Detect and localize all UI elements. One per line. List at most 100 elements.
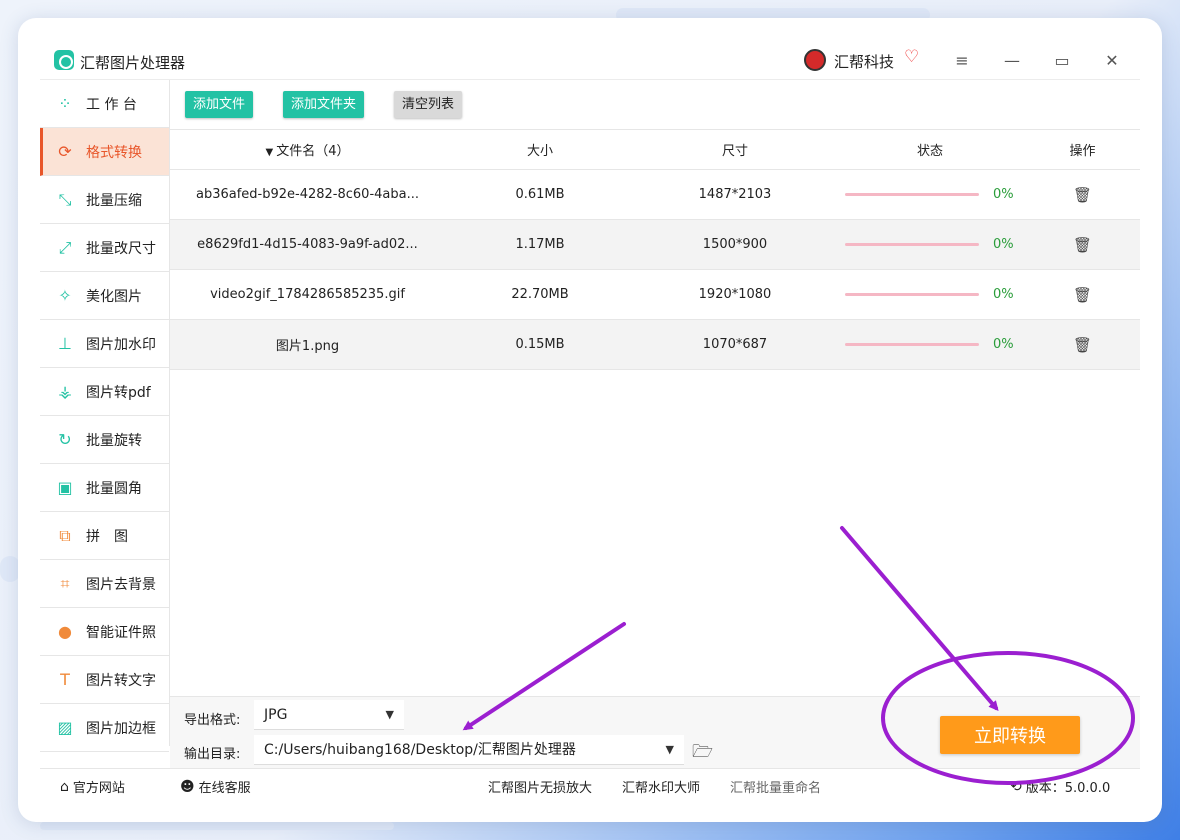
progress-percent: 0% xyxy=(993,287,1014,302)
table-row[interactable]: ab36afed-b92e-4282-8c60-4aba... 0.61MB 1… xyxy=(170,170,1140,220)
add-file-button[interactable]: 添加文件 xyxy=(185,91,254,118)
table-row[interactable]: e8629fd1-4d15-4083-9a9f-ad02... 1.17MB 1… xyxy=(170,220,1140,270)
brand-logo-icon xyxy=(804,49,826,71)
file-size: 0.61MB xyxy=(515,187,565,202)
trash-icon[interactable]: 🗑 xyxy=(1073,186,1092,204)
sidebar-item-label: 批量压缩 xyxy=(86,192,142,209)
file-status: 0% xyxy=(835,337,1025,352)
sidebar-item-format-convert[interactable]: ⟳ 格式转换 xyxy=(40,128,169,176)
sidebar-item-batch-compress[interactable]: ⤡ 批量压缩 xyxy=(40,176,169,224)
table-row[interactable]: 图片1.png 0.15MB 1070*687 0% 🗑 xyxy=(170,320,1140,370)
sidebar-item-label: 批量圆角 xyxy=(86,480,142,497)
sidebar-item-beautify[interactable]: ✧ 美化图片 xyxy=(40,272,169,320)
file-dimensions: 1920*1080 xyxy=(698,287,772,302)
file-action: 🗑 xyxy=(1025,236,1140,254)
sidebar-item-add-frame[interactable]: ▨ 图片加边框 xyxy=(40,704,169,752)
trash-icon[interactable]: 🗑 xyxy=(1073,236,1092,254)
progress-bar xyxy=(845,293,979,296)
file-dimensions: 1070*687 xyxy=(702,337,768,352)
app-logo-icon xyxy=(54,50,74,70)
file-dimensions: 1487*2103 xyxy=(698,187,772,202)
window-content: 汇帮图片处理器 汇帮科技 ♡ ≡ — ▭ ✕ ⁘ 工 作 台 ⟳ 格式转换 ⤡ 批量压… xyxy=(40,42,1140,798)
sidebar-item-label: 美化图片 xyxy=(86,288,142,305)
frame-icon: ▨ xyxy=(57,718,73,737)
round-corner-icon: ▣ xyxy=(57,478,73,497)
headset-icon: ☻ xyxy=(180,778,195,795)
menu-icon[interactable]: ≡ xyxy=(948,48,976,74)
file-size: 0.15MB xyxy=(515,337,565,352)
progress-percent: 0% xyxy=(993,237,1014,252)
sidebar-item-batch-rotate[interactable]: ↻ 批量旋转 xyxy=(40,416,169,464)
sidebar-item-puzzle[interactable]: ⧉ 拼 图 xyxy=(40,512,169,560)
file-dimensions: 1500*900 xyxy=(702,237,768,252)
version-info[interactable]: ⟲ 版本：5.0.0.0 xyxy=(1010,777,1110,797)
beautify-icon: ✧ xyxy=(58,286,72,305)
chevron-down-icon: ▼ xyxy=(385,708,394,721)
watermark-master-link[interactable]: 汇帮水印大师 xyxy=(622,777,700,796)
pdf-icon: ⚶ xyxy=(58,382,72,401)
format-label: 导出格式: xyxy=(184,713,241,728)
puzzle-icon: ⧉ xyxy=(59,525,71,545)
format-select[interactable]: JPG ▼ xyxy=(254,700,404,730)
add-folder-button[interactable]: 添加文件夹 xyxy=(283,91,365,118)
person-icon: ● xyxy=(58,622,72,641)
folder-open-icon[interactable]: 🗁 xyxy=(692,739,713,768)
file-name: ab36afed-b92e-4282-8c60-4aba... xyxy=(195,187,419,202)
sidebar-item-id-photo[interactable]: ● 智能证件照 xyxy=(40,608,169,656)
sidebar-item-round-corner[interactable]: ▣ 批量圆角 xyxy=(40,464,169,512)
sidebar-item-to-text[interactable]: T 图片转文字 xyxy=(40,656,169,704)
rename-link[interactable]: 汇帮批量重命名 xyxy=(730,777,821,796)
column-size-header: 大小 xyxy=(526,144,553,159)
support-link[interactable]: ☻ 在线客服 xyxy=(180,777,251,797)
sidebar-item-remove-bg[interactable]: ⌗ 图片去背景 xyxy=(40,560,169,608)
minimize-button[interactable]: — xyxy=(998,48,1026,74)
file-name: video2gif_1784286585235.gif xyxy=(210,287,405,302)
watermark-icon: ⊥ xyxy=(58,334,72,353)
upscale-link[interactable]: 汇帮图片无损放大 xyxy=(488,777,592,796)
file-status: 0% xyxy=(835,287,1025,302)
sidebar-item-to-pdf[interactable]: ⚶ 图片转pdf xyxy=(40,368,169,416)
column-status-header: 状态 xyxy=(916,144,943,159)
close-button[interactable]: ✕ xyxy=(1098,48,1126,74)
column-dimensions-header: 尺寸 xyxy=(721,144,748,159)
vip-heart-icon[interactable]: ♡ xyxy=(904,47,919,67)
convert-icon: ⟳ xyxy=(58,142,72,161)
sidebar-item-label: 图片加水印 xyxy=(86,336,156,353)
footer: ⌂ 官方网站 ☻ 在线客服 汇帮图片无损放大 汇帮水印大师 汇帮批量重命名 ⟲ 版本：… xyxy=(40,768,1140,798)
table-row[interactable]: video2gif_1784286585235.gif 22.70MB 1920… xyxy=(170,270,1140,320)
sidebar-item-label: 批量旋转 xyxy=(86,432,142,449)
website-link[interactable]: ⌂ 官方网站 xyxy=(60,777,125,797)
column-name-header[interactable]: ▼ 文件名（4） xyxy=(170,140,445,159)
compress-icon: ⤡ xyxy=(58,189,72,209)
sort-down-icon: ▼ xyxy=(265,147,274,158)
output-dir-select[interactable]: C:/Users/huibang168/Desktop/汇帮图片处理器 ▼ xyxy=(254,735,684,765)
file-size: 22.70MB xyxy=(511,287,569,302)
format-value: JPG xyxy=(264,707,288,723)
sidebar-item-label: 格式转换 xyxy=(86,144,142,161)
column-action-header: 操作 xyxy=(1069,144,1096,159)
sidebar-item-watermark[interactable]: ⊥ 图片加水印 xyxy=(40,320,169,368)
background-bar xyxy=(40,822,394,830)
trash-icon[interactable]: 🗑 xyxy=(1073,286,1092,304)
title-bar: 汇帮图片处理器 汇帮科技 ♡ ≡ — ▭ ✕ xyxy=(40,42,1140,80)
output-dir-label: 输出目录: xyxy=(184,747,241,762)
app-title: 汇帮图片处理器 xyxy=(80,54,186,72)
sidebar-item-batch-resize[interactable]: ⤢ 批量改尺寸 xyxy=(40,224,169,272)
background-bar xyxy=(0,556,20,582)
file-action: 🗑 xyxy=(1025,286,1140,304)
file-table: ▼ 文件名（4） 大小 尺寸 状态 操作 ab36afed-b92e-4282-8… xyxy=(170,130,1140,370)
sidebar-item-label: 图片加边框 xyxy=(86,720,156,737)
file-status: 0% xyxy=(835,237,1025,252)
sidebar-item-workbench[interactable]: ⁘ 工 作 台 xyxy=(40,80,169,128)
clear-list-button[interactable]: 清空列表 xyxy=(394,91,463,118)
sidebar-item-label: 批量改尺寸 xyxy=(86,240,156,257)
progress-percent: 0% xyxy=(993,337,1014,352)
trash-icon[interactable]: 🗑 xyxy=(1073,336,1092,354)
table-header: ▼ 文件名（4） 大小 尺寸 状态 操作 xyxy=(170,130,1140,170)
output-dir-value: C:/Users/huibang168/Desktop/汇帮图片处理器 xyxy=(264,742,576,758)
convert-now-button[interactable]: 立即转换 xyxy=(940,716,1080,754)
rotate-icon: ↻ xyxy=(58,430,72,449)
brand-name[interactable]: 汇帮科技 xyxy=(834,51,894,72)
progress-bar xyxy=(845,243,979,246)
maximize-button[interactable]: ▭ xyxy=(1048,48,1076,74)
